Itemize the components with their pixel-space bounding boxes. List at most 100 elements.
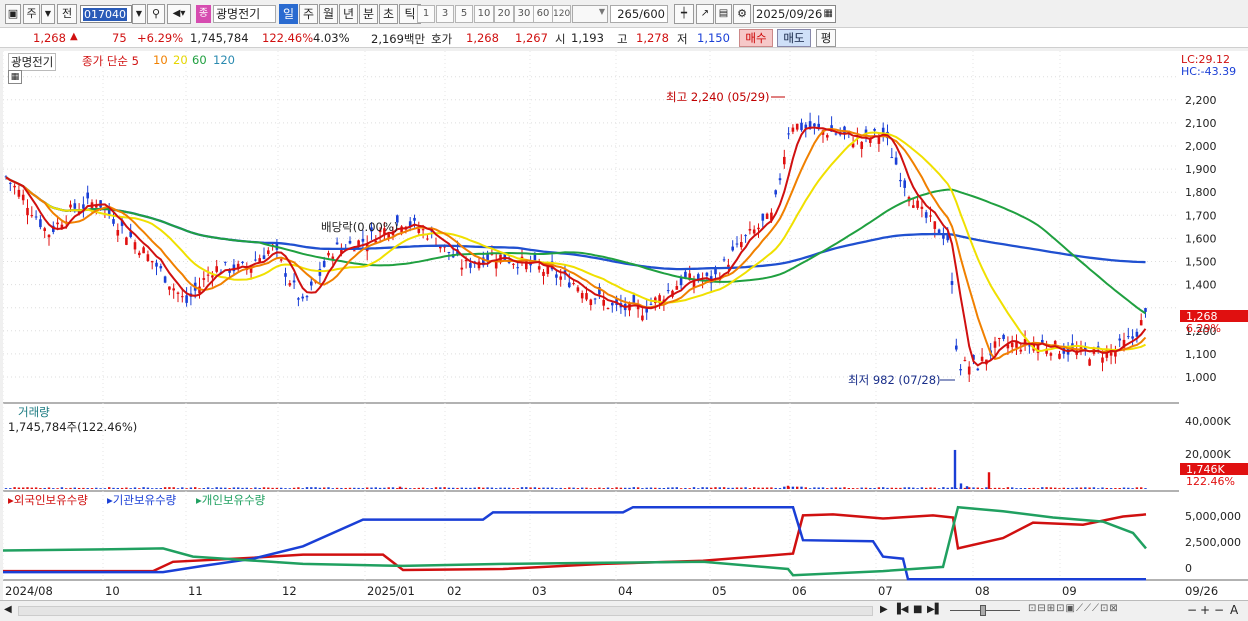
num-button-20[interactable]: 20 [494, 5, 514, 23]
volume-bar [297, 487, 300, 489]
forward-icon[interactable]: ▶▌ [927, 604, 942, 615]
candle-body [361, 238, 365, 242]
count-input[interactable]: 265/600 [610, 5, 668, 23]
candle-body [890, 157, 894, 159]
period-year-button[interactable]: 년 [339, 4, 358, 24]
y-tick-label: 1,800 [1185, 186, 1217, 199]
volume-bar [602, 488, 605, 489]
candle-body [576, 287, 580, 292]
num-button-5[interactable]: 5 [455, 5, 473, 23]
volume-bar [516, 488, 519, 489]
volume-bar [965, 486, 969, 489]
scroll-right-icon[interactable]: ▶ [880, 604, 888, 615]
y-tick-label: 1,000 [1185, 371, 1217, 384]
series-institution[interactable]: ▸기관보유수량 [107, 492, 176, 508]
period-second-button[interactable]: 초 [379, 4, 398, 24]
zoom-reset-icon[interactable]: − [1214, 603, 1224, 617]
code-dropdown-icon[interactable]: ▼ [132, 4, 146, 24]
scope-button[interactable]: 전 [57, 4, 77, 24]
save-icon[interactable]: ▤ [715, 4, 732, 24]
date-field[interactable]: 2025/09/26 ▦ [753, 5, 836, 23]
volume-bar [288, 488, 291, 489]
zoom-slider-handle[interactable] [980, 605, 986, 616]
x-tick-label: 10 [105, 584, 120, 598]
trend-tool-icon[interactable]: ↗ [696, 4, 714, 24]
volume-bar [542, 487, 545, 489]
num-button-30[interactable]: 30 [514, 5, 534, 23]
candle-body [976, 368, 980, 371]
candle-body [933, 221, 937, 229]
quote-amount: 2,169백만 [371, 32, 426, 46]
candle-body [998, 337, 1001, 339]
num-button-10[interactable]: 10 [474, 5, 494, 23]
volume-bar [692, 487, 696, 489]
candle-body [86, 192, 89, 199]
price-panel-name[interactable]: 광명전기 [8, 53, 57, 71]
series-foreign[interactable]: ▸외국인보유수량 [8, 492, 88, 508]
stock-name-field[interactable]: 광명전기 [213, 5, 276, 23]
volume-tick: 20,000K [1185, 448, 1231, 461]
volume-bar [86, 488, 89, 489]
buy-button[interactable]: 매수 [739, 29, 773, 47]
period-week-button[interactable]: 주 [299, 4, 318, 24]
x-tick-label: 02 [447, 584, 462, 598]
x-tick-label: 06 [792, 584, 807, 598]
num-button-3[interactable]: 3 [436, 5, 454, 23]
volume-bar [1054, 487, 1057, 489]
gear-icon[interactable]: ⚙ [733, 4, 751, 24]
candle-body [335, 242, 339, 245]
volume-bar [357, 487, 360, 489]
chart-canvas[interactable]: 최고 2,240 (05/29) 최저 982 (07/28) 배당락(0.00%)… [2, 51, 1179, 600]
bottom-bar: ◀ ▶ ▐◀ ■ ▶▌ ⊡⊟⊞⊡▣⟋⟋⟋⊡⊠ − + − A [0, 600, 1248, 621]
stop-icon[interactable]: ■ [913, 604, 922, 615]
volume-bar [327, 487, 330, 489]
speaker-icon[interactable]: ◀▾ [167, 4, 191, 24]
volume-bar [456, 487, 459, 489]
volume-bar [1127, 487, 1130, 489]
zoom-out-icon[interactable]: − [1187, 603, 1197, 617]
y-axis-canvas: LC:29.12HC:-43.392,2002,1002,0001,9001,8… [1179, 53, 1248, 598]
candle-body [744, 235, 747, 237]
table-icon[interactable]: ▦ [8, 70, 22, 84]
x-tick-label: 05 [712, 584, 727, 598]
candle-body [950, 281, 954, 285]
scroll-left-icon[interactable]: ◀ [4, 604, 12, 615]
calendar-icon[interactable]: ▦ [824, 6, 833, 22]
rewind-icon[interactable]: ▐◀ [893, 604, 908, 615]
volume-bar [624, 487, 627, 489]
period-month-button[interactable]: 월 [319, 4, 338, 24]
volume-tick: 40,000K [1185, 415, 1231, 428]
period-day-button[interactable]: 일 [279, 4, 298, 24]
candle-body [649, 303, 653, 305]
volume-bar [851, 488, 855, 489]
search-icon[interactable]: ⚲ [147, 4, 165, 24]
custom-period-select[interactable]: ▼ [572, 5, 608, 23]
candle-body [666, 290, 670, 292]
font-size-icon[interactable]: A [1230, 603, 1238, 617]
chevron-down-icon[interactable]: ▼ [41, 4, 55, 24]
scrollbar-track[interactable] [18, 606, 873, 616]
chart-menu-icon[interactable]: ▣ [5, 4, 21, 24]
code-input[interactable]: 017040 [80, 5, 132, 23]
crosshair-icon[interactable]: ┿ [674, 4, 694, 24]
eval-button[interactable]: 평 [816, 29, 836, 47]
volume-bar [546, 487, 549, 489]
tool-icons[interactable]: ⊡⊟⊞⊡▣⟋⟋⟋⊡⊠ [1028, 603, 1119, 614]
series-individual[interactable]: ▸개인보유수량 [196, 492, 265, 508]
num-button-60[interactable]: 60 [533, 5, 553, 23]
volume-bar [529, 487, 532, 489]
num-button-1[interactable]: 1 [417, 5, 435, 23]
ma-label-text: 종가 단순 [82, 54, 128, 68]
volume-title[interactable]: 거래량 [18, 404, 50, 420]
zoom-in-icon[interactable]: + [1200, 603, 1210, 617]
num-button-120[interactable]: 120 [552, 5, 571, 23]
sell-button[interactable]: 매도 [777, 29, 811, 47]
volume-bar [318, 487, 322, 489]
chart-area[interactable]: 최고 2,240 (05/29) 최저 982 (07/28) 배당락(0.00%)… [2, 51, 1179, 600]
volume-bar [520, 487, 524, 489]
volume-bar [142, 487, 145, 489]
period-minute-button[interactable]: 분 [359, 4, 378, 24]
volume-bar [370, 487, 373, 489]
market-select[interactable]: 주 [23, 4, 40, 24]
candle-body [593, 298, 597, 300]
